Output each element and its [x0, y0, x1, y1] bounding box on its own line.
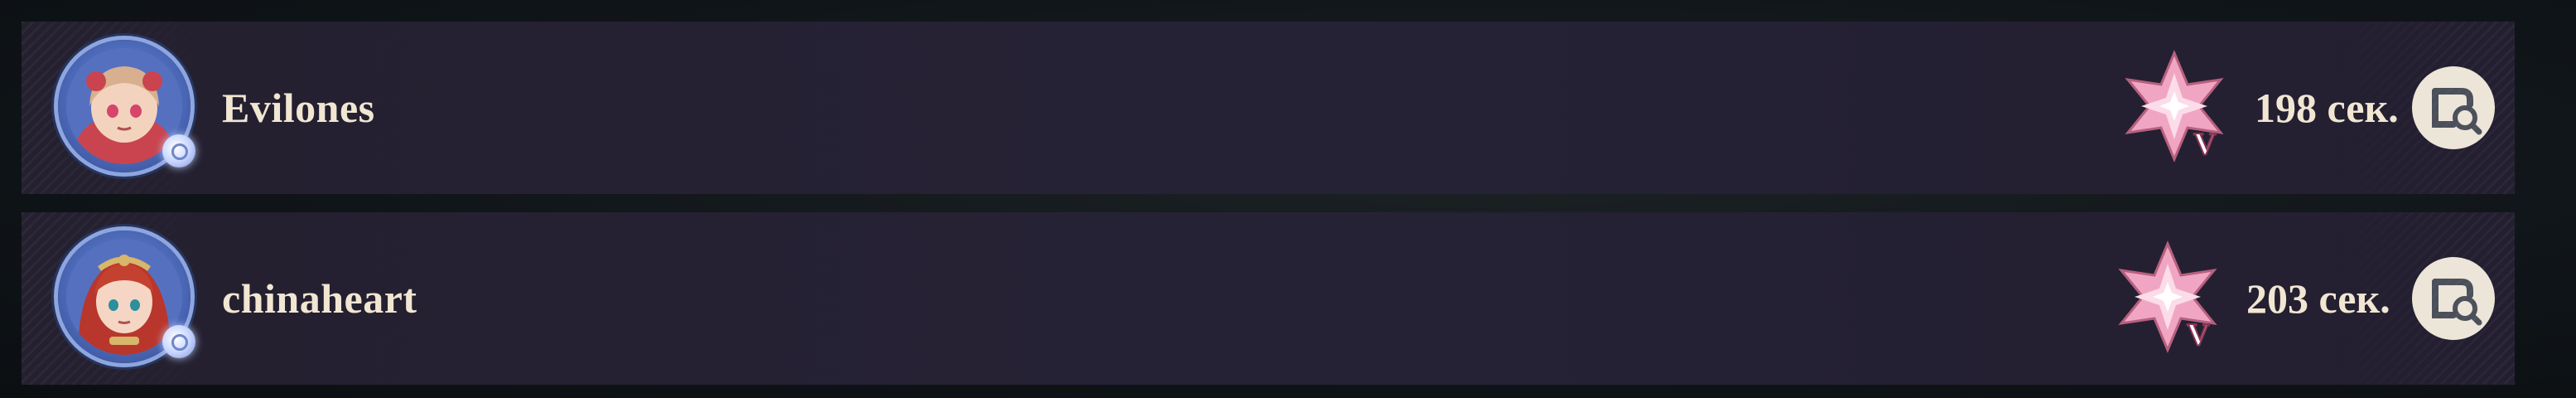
- player-nickname: Evilones: [222, 85, 375, 131]
- avatar-frame-badge-icon: [162, 325, 195, 358]
- replay-view-icon: [2432, 88, 2482, 135]
- pink-diamond-medal-icon: V: [2112, 46, 2236, 171]
- player-avatar: [58, 231, 195, 363]
- medal-rank-label: V: [2187, 318, 2210, 352]
- avatar-frame-badge-icon: [162, 134, 195, 167]
- view-replay-button[interactable]: [2412, 66, 2495, 149]
- view-replay-button[interactable]: [2412, 257, 2495, 340]
- pink-diamond-medal-icon: V: [2106, 237, 2230, 362]
- leaderboard-row: chinaheart V 203 сек.: [22, 212, 2515, 385]
- completion-time: 203 сек.: [2246, 275, 2390, 322]
- replay-view-icon: [2432, 279, 2482, 326]
- leaderboard: Evilones V 198 сек. chinaheart V 203 сек…: [0, 0, 2576, 398]
- completion-time: 198 сек.: [2255, 85, 2399, 131]
- leaderboard-row: Evilones V 198 сек.: [22, 22, 2515, 194]
- player-nickname: chinaheart: [222, 275, 417, 322]
- medal-rank-label: V: [2193, 127, 2217, 162]
- player-avatar: [58, 40, 195, 172]
